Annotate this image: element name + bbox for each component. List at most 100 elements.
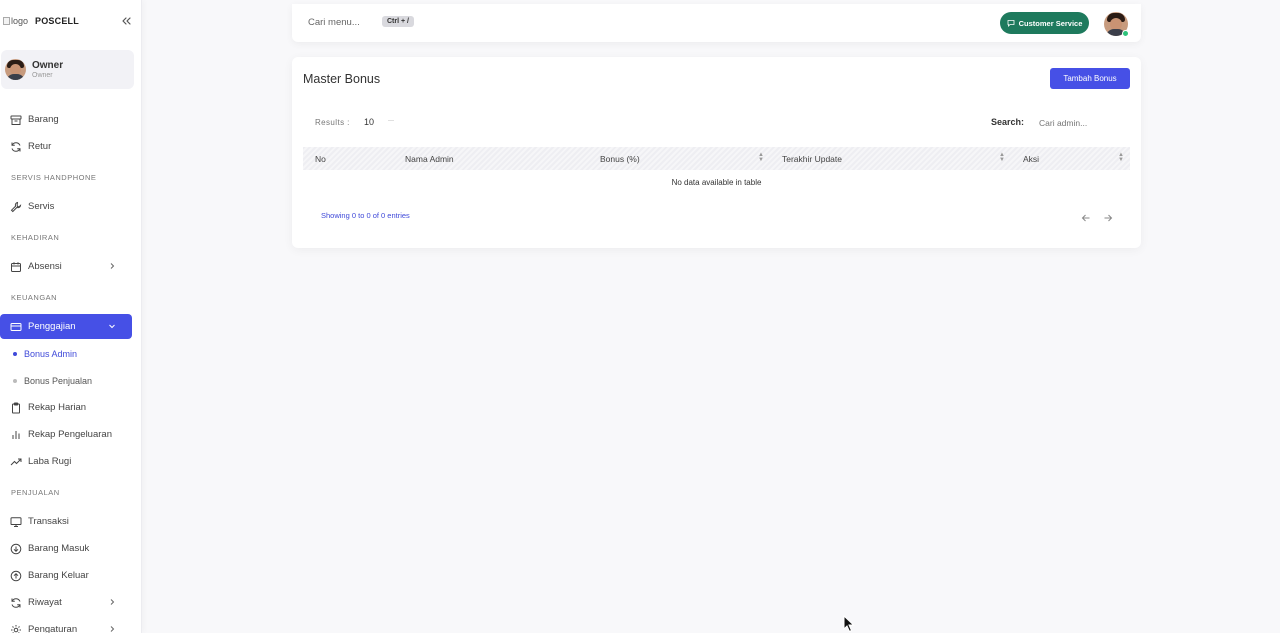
bullet-icon	[13, 351, 17, 356]
column-header-terakhir-update[interactable]: Terakhir Update ▲ ▼	[770, 147, 1011, 170]
user-card[interactable]: Owner Owner	[1, 50, 134, 89]
table-info: Showing 0 to 0 of 0 entries	[321, 211, 410, 220]
brand[interactable]: logo POSCELL	[3, 12, 137, 30]
chevron-right-icon	[110, 626, 115, 632]
sidebar-subitem-label: Bonus Admin	[24, 348, 78, 359]
sidebar-item-label: Penggajian	[28, 321, 76, 332]
chevron-right-icon	[110, 599, 115, 605]
sidebar-item-label: Absensi	[28, 261, 62, 272]
column-header-no[interactable]: No	[303, 147, 393, 170]
section-penjualan: PENJUALAN	[11, 488, 60, 497]
customer-service-button[interactable]: Customer Service	[1000, 12, 1089, 34]
bar-chart-icon	[12, 430, 20, 439]
sidebar-item-riwayat[interactable]: Riwayat	[0, 590, 132, 615]
table-header: No Nama Admin Bonus (%) ▲ ▼ Terakhir Upda…	[303, 147, 1130, 170]
clipboard-icon	[12, 402, 20, 413]
column-header-bonus[interactable]: Bonus (%) ▲ ▼	[588, 147, 770, 170]
archive-icon	[10, 115, 22, 125]
sidebar-item-pengaturan[interactable]: Pengaturan	[0, 617, 132, 633]
gear-icon	[11, 624, 21, 633]
search-label: Search:	[991, 117, 1025, 127]
sort-icon: ▲ ▼	[758, 152, 764, 163]
calendar-icon	[11, 261, 21, 272]
chevron-down-icon	[109, 324, 115, 329]
sidebar-item-label: Pengaturan	[28, 624, 78, 633]
sort-icon: ▲ ▼	[1118, 152, 1124, 163]
mouse-cursor-icon	[843, 615, 855, 633]
sidebar-item-label: Rekap Pengeluaran	[28, 429, 112, 440]
sidebar-item-laba-rugi[interactable]: Laba Rugi	[0, 449, 132, 474]
sidebar-item-rekap-pengeluaran[interactable]: Rekap Pengeluaran	[0, 422, 132, 447]
user-menu-avatar[interactable]	[1104, 12, 1129, 37]
column-header-label: Aksi	[1023, 153, 1040, 164]
empty-table-message: No data available in table	[671, 178, 762, 187]
sidebar-item-barang[interactable]: Barang	[0, 107, 132, 132]
add-bonus-button[interactable]: Tambah Bonus	[1050, 68, 1130, 89]
customer-service-label: Customer Service	[1018, 18, 1083, 28]
bullet-icon	[13, 378, 17, 383]
results-label: Results :	[315, 118, 350, 127]
refresh-icon	[11, 141, 21, 152]
sidebar-item-label: Laba Rugi	[28, 456, 72, 467]
sidebar-item-absensi[interactable]: Absensi	[0, 254, 132, 279]
results-value: 10	[364, 117, 375, 127]
sidebar-item-label: Barang	[28, 114, 59, 125]
column-header-nama-admin[interactable]: Nama Admin	[393, 147, 588, 170]
monitor-icon	[10, 516, 22, 527]
menu-search-input[interactable]: Cari menu...	[308, 17, 360, 28]
sidebar-item-label: Barang Masuk	[28, 543, 90, 554]
sidebar-item-retur[interactable]: Retur	[0, 134, 132, 159]
column-header-label: Bonus (%)	[600, 153, 640, 164]
arrow-down-circle-icon	[10, 543, 22, 554]
arrow-left-icon	[1081, 214, 1090, 222]
sidebar-item-label: Servis	[28, 201, 55, 212]
arrow-right-icon	[1104, 214, 1113, 222]
page-title: Master Bonus	[303, 72, 381, 86]
collapse-sidebar-button[interactable]	[120, 14, 132, 26]
logo: logo	[3, 16, 28, 26]
column-header-aksi[interactable]: Aksi ▲ ▼	[1011, 147, 1130, 170]
sidebar-item-label: Rekap Harian	[28, 402, 87, 413]
sidebar-item-barang-masuk[interactable]: Barang Masuk	[0, 536, 132, 561]
master-bonus-card: Master Bonus Tambah Bonus Results : 10 —…	[292, 57, 1141, 248]
wrench-icon	[10, 201, 22, 212]
column-header-label: Terakhir Update	[782, 153, 843, 164]
sidebar-subitem-bonus-admin[interactable]: Bonus Admin	[0, 341, 142, 366]
sidebar-nav: Barang Retur SERVIS HANDPHONE Servis KEH…	[0, 107, 142, 633]
message-icon	[1007, 20, 1015, 27]
previous-page-button[interactable]	[1081, 210, 1091, 222]
user-name: Owner	[32, 60, 64, 71]
trending-up-icon	[10, 458, 22, 465]
broken-image-icon	[3, 17, 10, 25]
user-role: Owner	[32, 72, 53, 79]
arrow-up-circle-icon	[10, 570, 22, 581]
credit-card-icon	[10, 322, 22, 331]
next-page-button[interactable]	[1103, 210, 1113, 222]
section-keuangan: KEUANGAN	[11, 293, 58, 302]
topbar: Cari menu... Ctrl + / Customer Service	[292, 4, 1141, 42]
sidebar-item-penggajian[interactable]: Penggajian	[0, 314, 132, 339]
chevron-right-icon	[110, 263, 115, 269]
logo-alt-text: logo	[11, 16, 29, 26]
online-status-dot	[1122, 30, 1129, 37]
sidebar-item-servis[interactable]: Servis	[0, 194, 132, 219]
avatar	[5, 59, 26, 80]
sidebar-item-rekap-harian[interactable]: Rekap Harian	[0, 395, 132, 420]
sort-icon: ▲ ▼	[999, 152, 1005, 163]
sidebar-item-label: Transaksi	[28, 516, 69, 527]
chevrons-left-icon	[122, 17, 131, 25]
bonus-table: No Nama Admin Bonus (%) ▲ ▼ Terakhir Upda…	[303, 147, 1130, 195]
section-servis-handphone: SERVIS HANDPHONE	[11, 173, 97, 182]
sidebar-item-label: Riwayat	[28, 597, 62, 608]
caret-icon: —	[388, 118, 394, 124]
brand-name: POSCELL	[35, 16, 79, 26]
results-per-page-select[interactable]: 10 —	[362, 114, 396, 130]
sidebar-subitem-bonus-penjualan[interactable]: Bonus Penjualan	[0, 368, 142, 393]
sidebar-item-transaksi[interactable]: Transaksi	[0, 509, 132, 534]
search-input[interactable]	[1034, 114, 1129, 131]
section-kehadiran: KEHADIRAN	[11, 233, 60, 242]
sidebar-item-label: Retur	[28, 141, 52, 152]
sidebar-subitem-label: Bonus Penjualan	[24, 375, 93, 386]
sidebar-item-barang-keluar[interactable]: Barang Keluar	[0, 563, 132, 588]
sidebar: logo POSCELL Owner Owner Barang Retur SE…	[0, 0, 142, 633]
